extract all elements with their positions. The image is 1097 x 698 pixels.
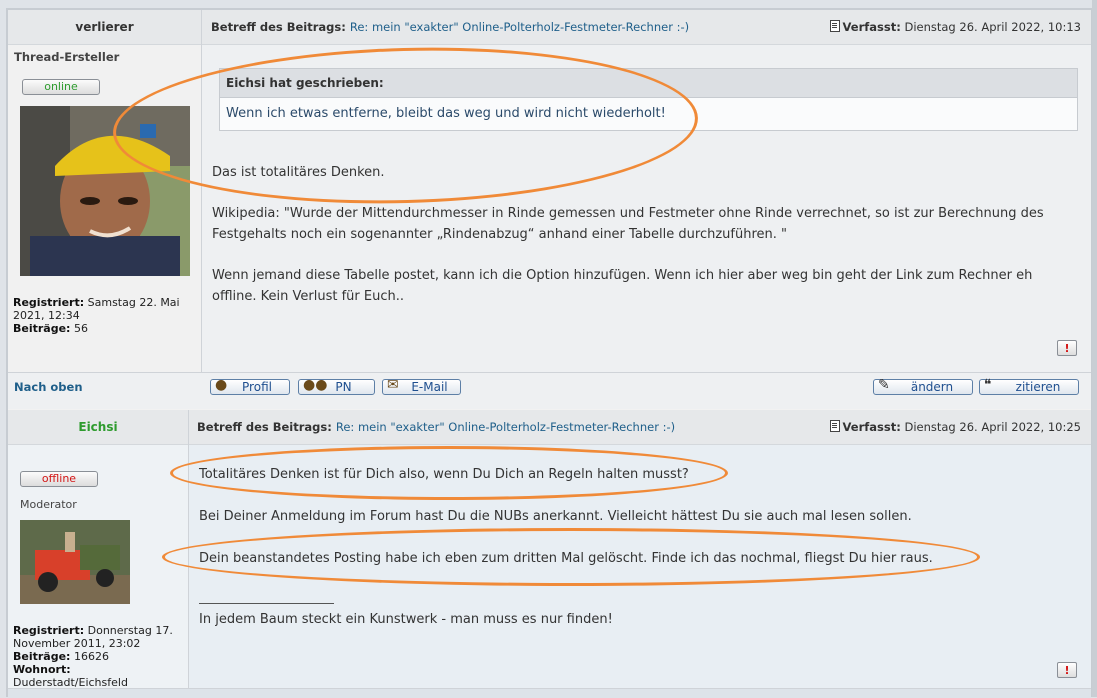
email-label: E-Mail — [411, 380, 448, 394]
posts-count: 56 — [73, 322, 88, 335]
posts-count: 16626 — [73, 650, 109, 663]
avatar — [20, 520, 130, 604]
user-icon: ● — [215, 377, 228, 393]
post-body: Totalitäres Denken ist für Dich also, we… — [199, 464, 1079, 569]
posted-value: Dienstag 26. April 2022, 10:13 — [904, 20, 1081, 34]
warning-icon: ! — [1064, 341, 1070, 355]
post-date: Verfasst: Dienstag 26. April 2022, 10:13 — [829, 20, 1081, 34]
author-name[interactable]: verlierer — [8, 10, 201, 45]
author-rank: Thread-Ersteller — [14, 50, 120, 64]
post-verlierer: verlierer Thread-Ersteller online Regist… — [8, 10, 1091, 409]
signature: In jedem Baum steckt ein Kunstwerk - man… — [199, 612, 613, 627]
quote-button[interactable]: ❝ zitieren — [979, 377, 1079, 395]
profile-label: Profil — [242, 380, 272, 394]
post-icon[interactable] — [829, 20, 840, 32]
author-name[interactable]: Eichsi — [8, 410, 188, 445]
pm-button[interactable]: ●● PN — [298, 377, 375, 395]
pm-label: PN — [335, 380, 352, 394]
author-info: Registriert: Donnerstag 17. November 201… — [13, 624, 185, 689]
author-cell: verlierer Thread-Ersteller online Regist… — [8, 10, 202, 372]
posts-label: Beiträge: — [13, 650, 71, 663]
author-info: Registriert: Samstag 22. Mai 2021, 12:34… — [13, 296, 193, 335]
scrollbar[interactable] — [1092, 0, 1097, 697]
registered-label: Registriert: — [13, 296, 85, 309]
quote-text: Wenn ich etwas entferne, bleibt das weg … — [226, 106, 666, 121]
users-icon: ●● — [303, 377, 328, 393]
posted-label: Verfasst: — [842, 20, 901, 34]
edit-label: ändern — [910, 380, 954, 394]
paragraph: Bei Deiner Anmeldung im Forum hast Du di… — [199, 509, 912, 524]
email-button[interactable]: ✉ E-Mail — [382, 377, 461, 395]
subject-label: Betreff des Beitrags: — [197, 420, 332, 434]
subject-link[interactable]: Re: mein "exakter" Online-Polterholz-Fes… — [350, 20, 689, 34]
quote-box: Eichsi hat geschrieben: Wenn ich etwas e… — [219, 68, 1078, 131]
signature-divider — [199, 603, 334, 604]
online-badge: online — [22, 79, 100, 95]
post-date: Verfasst: Dienstag 26. April 2022, 10:25 — [829, 420, 1081, 434]
offline-badge: offline — [20, 471, 98, 487]
subject-label: Betreff des Beitrags: — [211, 20, 346, 34]
speech-bubble-icon: ❝ — [984, 377, 992, 393]
report-button[interactable]: ! — [1057, 340, 1077, 356]
paragraph: Dein beanstandetes Posting habe ich eben… — [199, 551, 933, 566]
post-icon[interactable] — [829, 420, 840, 432]
author-cell: Eichsi offline Moderator Registriert: Do… — [8, 410, 189, 697]
posted-value: Dienstag 26. April 2022, 10:25 — [904, 420, 1081, 434]
paragraph: Das ist totalitäres Denken. — [212, 165, 385, 180]
post-eichsi: Eichsi offline Moderator Registriert: Do… — [8, 410, 1091, 697]
subject-link[interactable]: Re: mein "exakter" Online-Polterholz-Fes… — [336, 420, 675, 434]
paragraph: Wikipedia: "Wurde der Mittendurchmesser … — [212, 206, 1044, 242]
location-label: Wohnort: — [13, 663, 71, 676]
envelope-icon: ✉ — [387, 377, 399, 393]
posts-label: Beiträge: — [13, 322, 71, 335]
registered-label: Registriert: — [13, 624, 85, 637]
post-header: Betreff des Beitrags: Re: mein "exakter"… — [189, 410, 1091, 445]
profile-button[interactable]: ● Profil — [210, 377, 290, 395]
report-button[interactable]: ! — [1057, 662, 1077, 678]
posted-label: Verfasst: — [842, 420, 901, 434]
quote-label: zitieren — [1015, 380, 1061, 394]
quote-header: Eichsi hat geschrieben: — [220, 69, 1077, 98]
paragraph: Wenn jemand diese Tabelle postet, kann i… — [212, 268, 1033, 304]
avatar — [20, 106, 190, 276]
back-to-top-link[interactable]: Nach oben — [14, 380, 83, 394]
forum-topic: verlierer Thread-Ersteller online Regist… — [8, 10, 1091, 698]
post-body: Das ist totalitäres Denken. Wikipedia: "… — [212, 162, 1072, 307]
paragraph: Totalitäres Denken ist für Dich also, we… — [199, 467, 689, 482]
author-rank: Moderator — [20, 498, 77, 511]
warning-icon: ! — [1064, 663, 1070, 677]
post-header: Betreff des Beitrags: Re: mein "exakter"… — [202, 10, 1091, 45]
edit-button[interactable]: ✎ ändern — [873, 377, 973, 395]
pencil-icon: ✎ — [878, 377, 890, 393]
